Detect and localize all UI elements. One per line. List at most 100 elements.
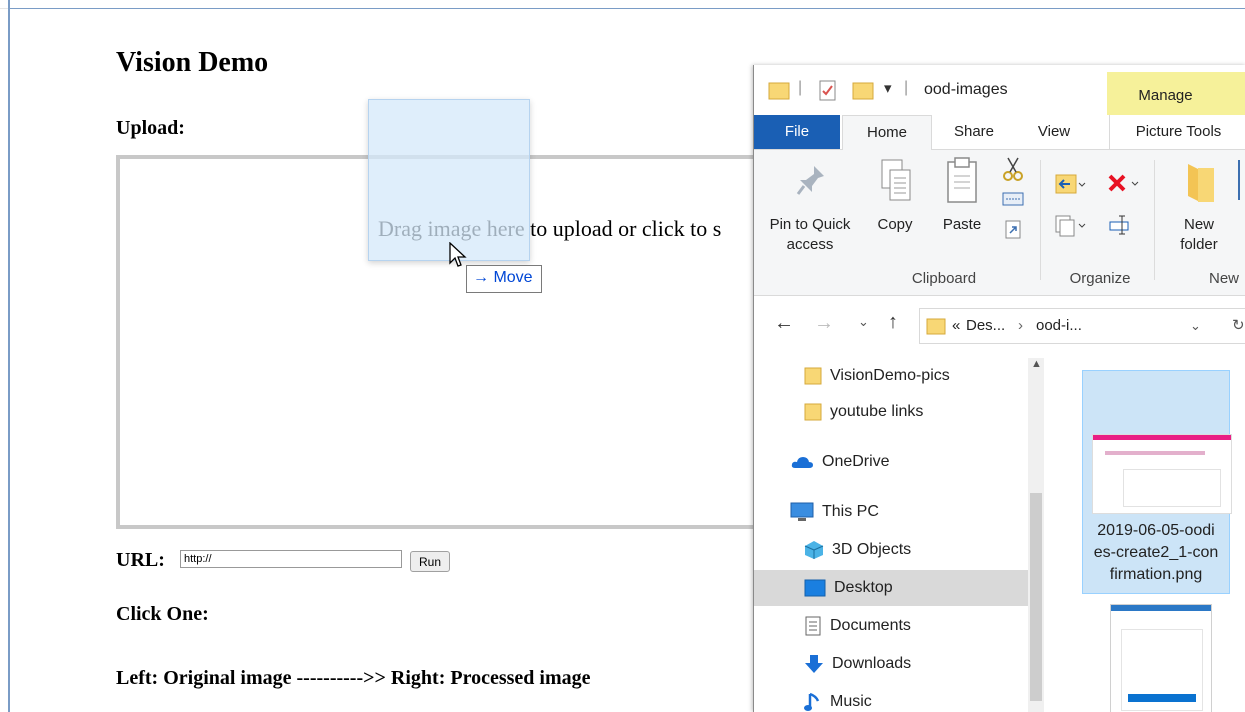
- files-pane: 2019-06-05-oodi es-create2_1-con firmati…: [1044, 358, 1245, 712]
- nav-label: Desktop: [834, 579, 893, 596]
- up-arrow-icon[interactable]: ↑: [888, 311, 898, 334]
- pin-label-1: Pin to Quick: [769, 216, 851, 233]
- navigation-pane: VisionDemo-pics youtube links OneDrive T…: [754, 358, 1044, 712]
- nav-item-documents[interactable]: Documents: [804, 608, 911, 644]
- nav-label: 3D Objects: [832, 541, 912, 558]
- new-folder-qat-icon[interactable]: [852, 80, 874, 100]
- copy-icon: [881, 159, 911, 201]
- ribbon-overflow-icons[interactable]: [1238, 160, 1245, 200]
- manage-tab[interactable]: Manage: [1107, 87, 1224, 104]
- scroll-up-arrow-icon[interactable]: ▲: [1031, 358, 1042, 370]
- thumb-progress: [1105, 451, 1205, 455]
- nav-label: Documents: [830, 617, 911, 634]
- drag-ghost-image: [368, 99, 530, 261]
- qat-separator: |: [798, 79, 803, 96]
- folder-icon: [804, 403, 822, 421]
- cut-icon[interactable]: [1002, 156, 1024, 182]
- new-folder-icon: [1188, 164, 1214, 202]
- file-name-line-2: es-create2_1-con: [1093, 544, 1219, 561]
- new-group-label: New: [1209, 270, 1240, 287]
- thumb2-button: [1128, 694, 1196, 702]
- move-arrow-icon: →: [473, 269, 489, 286]
- nav-item-onedrive[interactable]: OneDrive: [790, 444, 890, 480]
- refresh-icon[interactable]: ↻: [1232, 309, 1245, 343]
- file-thumbnail-2[interactable]: [1110, 604, 1212, 712]
- address-prefix: «: [952, 317, 961, 334]
- move-to-icon[interactable]: [1054, 170, 1086, 198]
- tab-picture-tools[interactable]: Picture Tools: [1109, 115, 1245, 149]
- computer-icon: [790, 502, 814, 521]
- organize-group-label: Organize: [1069, 270, 1131, 287]
- address-folder-icon: [926, 318, 946, 335]
- run-button[interactable]: Run: [410, 551, 450, 572]
- document-icon: [805, 616, 821, 636]
- nav-item-downloads[interactable]: Downloads: [804, 646, 911, 682]
- new-folder-label-2: folder: [1180, 236, 1218, 253]
- copy-to-icon[interactable]: [1054, 212, 1086, 238]
- drag-move-tooltip: → Move: [466, 265, 542, 293]
- page-title: Vision Demo: [116, 47, 269, 78]
- breadcrumb-desktop[interactable]: Des...: [966, 309, 1005, 343]
- url-input[interactable]: [180, 550, 402, 568]
- copy-path-icon[interactable]: [1002, 190, 1024, 208]
- cube-icon: [804, 540, 824, 559]
- paste-shortcut-icon[interactable]: [1004, 218, 1022, 240]
- breadcrumb-ood-images[interactable]: ood-i...: [1036, 309, 1082, 343]
- back-arrow-icon[interactable]: ←: [774, 312, 794, 335]
- nav-item-3d-objects[interactable]: 3D Objects: [804, 532, 911, 568]
- nav-item-youtube-links[interactable]: youtube links: [804, 394, 923, 430]
- download-arrow-icon: [805, 654, 823, 673]
- explorer-titlebar: | ▾ | ood-images Manage: [754, 65, 1245, 115]
- paste-label: Paste: [942, 216, 982, 233]
- rename-icon[interactable]: [1108, 214, 1134, 236]
- recent-locations-icon[interactable]: ⌄: [858, 314, 869, 330]
- delete-icon[interactable]: [1106, 172, 1140, 196]
- ribbon-home: Pin to Quick access Copy Paste Clipboard…: [754, 150, 1245, 296]
- paste-button[interactable]: Paste: [934, 156, 990, 256]
- clipboard-group-label: Clipboard: [911, 270, 977, 287]
- paste-icon: [947, 157, 977, 203]
- left-right-caption: Left: Original image ---------->> Right:…: [116, 667, 591, 689]
- folder-icon: [768, 82, 790, 100]
- title-separator: |: [904, 79, 909, 96]
- click-one-label: Click One:: [116, 603, 209, 625]
- nav-label: youtube links: [830, 403, 924, 420]
- file-explorer-window: | ▾ | ood-images Manage File Home Share …: [753, 65, 1245, 712]
- copy-label: Copy: [877, 216, 913, 233]
- tab-share[interactable]: Share: [934, 115, 1014, 149]
- nav-label: This PC: [822, 503, 879, 520]
- thumb2-header: [1111, 605, 1211, 611]
- tab-file[interactable]: File: [754, 115, 840, 149]
- nav-label: VisionDemo-pics: [830, 367, 950, 384]
- new-folder-button[interactable]: New folder: [1166, 156, 1232, 256]
- nav-label: OneDrive: [822, 453, 890, 470]
- nav-item-desktop[interactable]: Desktop: [804, 570, 893, 606]
- ribbon-separator: [1040, 160, 1041, 280]
- music-note-icon: [804, 692, 820, 711]
- properties-icon[interactable]: [818, 80, 838, 102]
- pin-label-2: access: [786, 236, 834, 253]
- forward-arrow-icon[interactable]: →: [814, 312, 834, 335]
- cloud-icon: [791, 456, 813, 468]
- nav-item-visiondemo-pics[interactable]: VisionDemo-pics: [804, 358, 950, 394]
- ribbon-tabs: File Home Share View Picture Tools: [754, 115, 1245, 151]
- pin-icon: [796, 166, 824, 195]
- file-name-line-1: 2019-06-05-oodi: [1097, 522, 1215, 539]
- tab-home[interactable]: Home: [842, 115, 932, 151]
- url-label: URL:: [116, 549, 165, 571]
- nav-item-this-pc[interactable]: This PC: [790, 494, 879, 530]
- breadcrumb-sep: ›: [1018, 317, 1023, 334]
- address-dropdown-icon[interactable]: ⌄: [1190, 309, 1201, 343]
- tab-view[interactable]: View: [1022, 115, 1086, 149]
- thumb2-card: [1121, 629, 1203, 711]
- nav-item-music[interactable]: Music: [804, 684, 872, 712]
- nav-label: Music: [830, 693, 872, 710]
- address-bar[interactable]: « Des... › ood-i... ⌄ ↻: [919, 308, 1245, 344]
- ribbon-separator-2: [1154, 160, 1155, 280]
- qat-dropdown-icon[interactable]: ▾: [884, 79, 892, 97]
- window-title: ood-images: [924, 81, 1008, 98]
- nav-scrollbar-thumb[interactable]: [1030, 493, 1042, 701]
- pin-to-quick-access-button[interactable]: Pin to Quick access: [758, 156, 862, 256]
- upload-label: Upload:: [116, 117, 185, 139]
- copy-button[interactable]: Copy: [868, 156, 922, 256]
